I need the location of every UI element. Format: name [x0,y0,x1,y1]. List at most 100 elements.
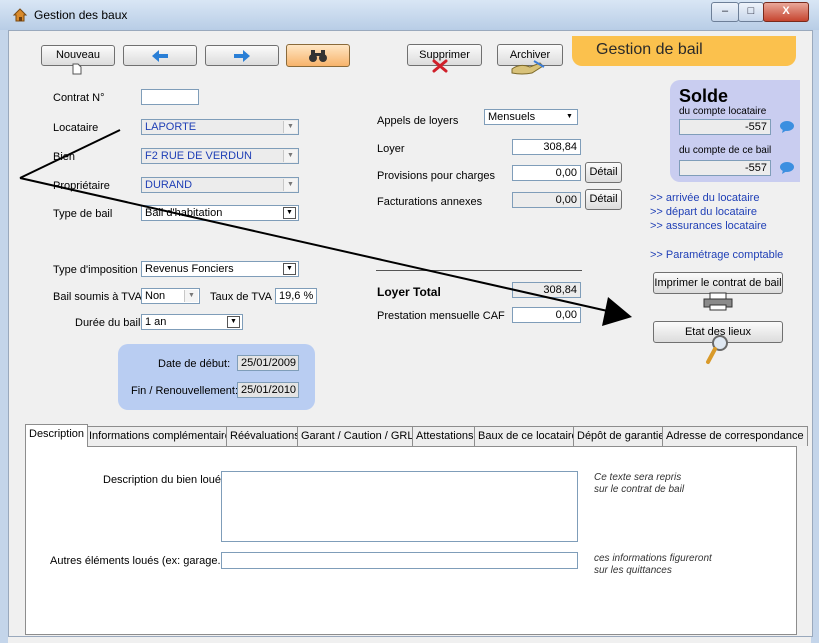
new-button-label: Nouveau [55,49,101,61]
other-items-note-line2: sur les quittances [594,565,672,576]
vat-combo[interactable]: Non ▼ [141,288,200,304]
lease-type-combo[interactable]: Bail d'habitation ▼ [141,205,299,221]
tab-additional-info[interactable]: Informations complémentaires [85,426,241,446]
contract-number-field[interactable] [141,89,199,105]
speech-bubble-icon[interactable] [779,161,795,175]
rent-calls-combo[interactable]: Mensuels ▼ [484,109,578,125]
duration-value: 1 an [145,316,167,328]
start-date-field[interactable]: 25/01/2009 [237,355,299,371]
tenant-combo[interactable]: LAPORTE ▼ [141,119,299,135]
chevron-down-icon: ▼ [563,111,576,123]
search-button[interactable] [286,44,350,67]
tax-type-label: Type d'imposition [53,264,138,276]
charges-detail-label: Détail [589,166,618,178]
next-button[interactable] [205,45,279,66]
end-date-label: Fin / Renouvellement: [131,385,238,397]
arrow-right-icon [234,50,250,62]
chevron-down-icon: ▼ [283,121,297,133]
red-x-icon [432,59,448,73]
property-label: Bien [53,151,76,163]
fees-detail-label: Détail [589,193,618,205]
total-rent-label: Loyer Total [377,285,441,299]
total-rent-field: 308,84 [512,282,581,298]
owner-value: DURAND [145,179,193,191]
other-items-note-line1: ces informations figureront [594,553,712,564]
property-combo[interactable]: F2 RUE DE VERDUN ▼ [141,148,299,164]
other-items-label: Autres éléments loués (ex: garage...) [50,555,231,567]
property-description-label: Description du bien loué: [103,474,225,486]
lease-account-label: du compte de ce bail [679,145,772,156]
link-tenant-arrival[interactable]: >> arrivée du locataire [650,192,759,204]
tab-revaluations[interactable]: Réévaluations [226,426,304,446]
caf-label: Prestation mensuelle CAF [377,310,505,322]
vat-value: Non [145,290,166,302]
tab-certificates[interactable]: Attestations [412,426,478,446]
tenant-label: Locataire [53,122,99,134]
archive-hand-icon [511,60,545,75]
tax-type-value: Revenus Fonciers [145,263,234,275]
tab-description[interactable]: Description [25,424,89,447]
chevron-down-icon: ▼ [283,263,296,275]
tenant-account-field: -557 [679,119,771,135]
charges-field[interactable]: 0,00 [512,165,581,181]
title-bar: Gestion des baux – □ X [0,0,819,31]
chevron-down-icon: ▼ [283,150,297,162]
rent-calls-value: Mensuels [488,111,536,123]
tenant-account-label: du compte locataire [679,106,767,117]
chevron-down-icon: ▼ [184,290,198,302]
maximize-button[interactable]: □ [738,2,764,22]
fees-detail-button[interactable]: Détail [585,189,622,210]
tax-type-combo[interactable]: Revenus Fonciers ▼ [141,261,299,277]
duration-combo[interactable]: 1 an ▼ [141,314,243,330]
rent-label: Loyer [377,143,405,155]
dates-panel [118,344,315,410]
charges-label: Provisions pour charges [377,170,496,182]
tab-correspondence-address[interactable]: Adresse de correspondance [662,426,808,446]
tab-tenant-leases[interactable]: Baux de ce locataire [474,426,582,446]
charges-detail-button[interactable]: Détail [585,162,622,183]
caf-field[interactable]: 0,00 [512,307,581,323]
tab-guarantor[interactable]: Garant / Caution / GRL [297,426,418,446]
tenant-value: LAPORTE [145,121,197,133]
speech-bubble-icon[interactable] [779,120,795,134]
end-date-field[interactable]: 25/01/2010 [237,382,299,398]
contract-number-label: Contrat N° [53,92,105,104]
other-items-field[interactable] [221,552,578,569]
link-accounting-settings[interactable]: >> Paramétrage comptable [650,249,783,261]
chevron-down-icon: ▼ [227,316,240,328]
link-tenant-insurance[interactable]: >> assurances locataire [650,220,767,232]
print-contract-label: Imprimer le contrat de bail [654,277,782,289]
description-note-line2: sur le contrat de bail [594,484,685,495]
chevron-down-icon: ▼ [283,179,297,191]
rent-calls-label: Appels de loyers [377,115,459,127]
property-value: F2 RUE DE VERDUN [145,150,252,162]
header-banner-title: Gestion de bail [596,41,703,58]
magnifier-icon [706,335,728,364]
window-border-left [0,30,8,643]
window-title: Gestion des baux [34,8,128,22]
balance-title: Solde [679,86,729,106]
owner-combo[interactable]: DURAND ▼ [141,177,299,193]
start-date-label: Date de début: [158,358,231,370]
duration-label: Durée du bail [75,317,141,329]
lease-account-field: -557 [679,160,771,176]
tab-deposit[interactable]: Dépôt de garantie [573,426,669,446]
arrow-left-icon [152,50,168,62]
vat-rate-label: Taux de TVA [210,291,272,303]
owner-label: Propriétaire [53,180,110,192]
fees-label: Facturations annexes [377,196,483,208]
previous-button[interactable] [123,45,197,66]
lease-type-label: Type de bail [53,208,113,220]
vat-rate-field[interactable]: 19,6 % [275,288,317,304]
close-button[interactable]: X [763,2,809,22]
lease-type-value: Bail d'habitation [145,207,223,219]
minimize-button[interactable]: – [711,2,739,22]
link-tenant-departure[interactable]: >> départ du locataire [650,206,757,218]
description-note-line1: Ce texte sera repris [594,472,682,483]
rent-field[interactable]: 308,84 [512,139,581,155]
binoculars-icon [309,50,327,62]
property-description-textarea[interactable] [221,471,578,542]
fees-field[interactable]: 0,00 [512,192,581,208]
chevron-down-icon: ▼ [283,207,296,219]
new-document-icon [72,63,82,75]
